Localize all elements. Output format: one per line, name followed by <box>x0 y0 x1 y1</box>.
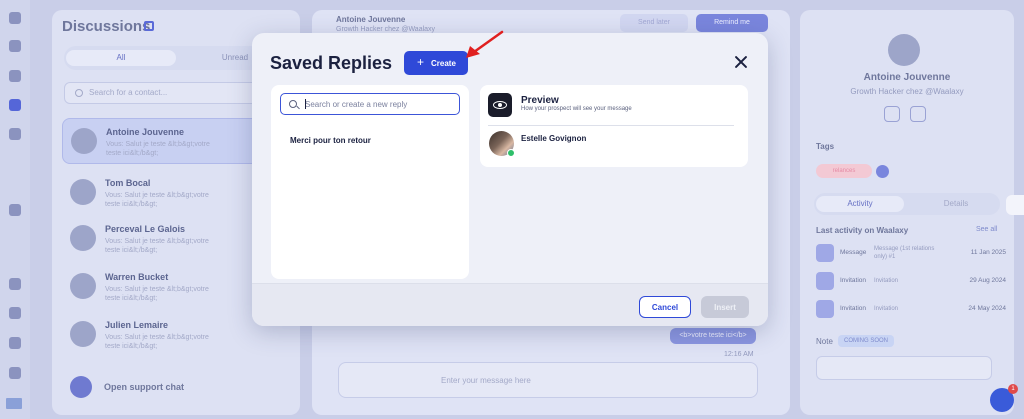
saved-reply-item[interactable]: Merci pour ton retour <box>290 136 371 145</box>
insert-button[interactable]: Insert <box>701 296 749 318</box>
profile-tabs: Activity Details <box>814 193 1000 215</box>
replies-list-panel: Merci pour ton retour <box>271 85 469 279</box>
send-later-button[interactable]: Send later <box>620 14 688 32</box>
saved-replies-modal: Saved Replies + Create Merci pour ton re… <box>252 33 768 326</box>
crown-icon[interactable] <box>9 278 21 290</box>
inbox-icon[interactable] <box>9 99 21 111</box>
preview-subtitle: How your prospect will see your message <box>521 106 632 112</box>
close-icon[interactable] <box>733 54 749 70</box>
app-icon-rail <box>0 0 30 419</box>
preview-title: Preview <box>521 95 559 106</box>
waalaxy-icon[interactable] <box>910 106 926 122</box>
activity-type: Invitation <box>840 277 867 284</box>
add-tag-icon[interactable] <box>876 165 889 178</box>
conversation-name: Antoine Jouvenne <box>106 127 185 137</box>
tab-activity[interactable]: Activity <box>816 196 904 212</box>
discussions-title: Discussions <box>62 18 151 35</box>
create-label: Create <box>431 59 456 68</box>
annotation-arrow-icon <box>466 30 504 58</box>
notes-label: Note <box>816 337 833 346</box>
support-label: Open support chat <box>104 382 185 392</box>
message-composer[interactable]: Enter your message here <box>338 362 758 398</box>
message-bubble: <b>votre teste ici</b> <box>670 328 756 344</box>
message-icon <box>816 244 834 262</box>
tag-badge[interactable]: relances <box>816 164 872 178</box>
activity-row: Invitation Invitation 29 Aug 2024 <box>816 272 1006 294</box>
plus-icon: + <box>417 55 425 69</box>
support-chat-button[interactable]: Open support chat <box>64 370 292 404</box>
help-chat-button[interactable]: 1 <box>990 384 1018 412</box>
prospect-avatar <box>489 131 515 157</box>
invitation-icon <box>816 272 834 290</box>
last-activity-label: Last activity on Waalaxy <box>816 226 909 235</box>
profile-name: Antoine Jouvenne <box>863 72 951 83</box>
tab-all[interactable]: All <box>66 50 176 66</box>
avatar <box>70 321 96 347</box>
activity-date: 24 May 2024 <box>968 305 1006 312</box>
activity-desc: Invitation <box>874 306 899 312</box>
composer-placeholder: Enter your message here <box>441 376 531 385</box>
help-icon[interactable] <box>9 367 21 379</box>
invitation-icon <box>816 300 834 318</box>
create-button[interactable]: + Create <box>404 51 468 75</box>
activity-row: Message Message (1st relations only) #1 … <box>816 244 1006 266</box>
gear-icon[interactable] <box>9 307 21 319</box>
note-input[interactable] <box>816 356 992 380</box>
linkedin-icon[interactable] <box>884 106 900 122</box>
tags-label: Tags <box>816 142 835 151</box>
activity-date: 29 Aug 2024 <box>969 277 1006 284</box>
activity-desc: Message (1st relations only) #1 <box>874 246 935 260</box>
edit-icon[interactable] <box>144 21 154 31</box>
cancel-button[interactable]: Cancel <box>639 296 691 318</box>
conversation-preview: Vous: Salut je teste &lt;b&gt;votre test… <box>105 238 209 254</box>
text-cursor <box>305 99 306 109</box>
activity-row: Invitation Invitation 24 May 2024 <box>816 300 1006 322</box>
see-all-link[interactable]: See all <box>976 226 997 233</box>
search-icon <box>289 100 297 108</box>
conversation-name: Perceval Le Galois <box>105 224 186 234</box>
language-flag-icon[interactable] <box>6 398 22 409</box>
modal-footer: Cancel Insert <box>252 283 768 326</box>
profile-title: Growth Hacker chez @Waalaxy <box>850 87 964 96</box>
activity-type: Message <box>840 249 867 256</box>
conversation-preview: Vous: Salut je teste &lt;b&gt;votre test… <box>105 286 209 302</box>
divider <box>488 125 734 126</box>
eye-icon <box>488 93 512 117</box>
chat-contact-title: Growth Hacker chez @Waalaxy <box>336 26 436 33</box>
conversation-name: Julien Lemaire <box>105 320 169 330</box>
coming-soon-badge: COMING SOON <box>838 335 894 347</box>
avatar <box>71 128 97 154</box>
home-icon[interactable] <box>9 12 21 24</box>
avatar <box>888 34 920 66</box>
chat-contact-name: Antoine Jouvenne <box>336 15 406 24</box>
avatar <box>70 225 96 251</box>
contacts-icon[interactable] <box>9 40 21 52</box>
conversation-preview: Vous: Salut je teste &lt;b&gt;votre test… <box>105 334 209 350</box>
activity-desc: Invitation <box>874 278 899 284</box>
conversation-name: Tom Bocal <box>105 178 151 188</box>
extension-tab-icon[interactable] <box>1006 195 1024 215</box>
bell-icon[interactable] <box>9 337 21 349</box>
settings-icon[interactable] <box>9 204 21 216</box>
campaign-icon[interactable] <box>9 70 21 82</box>
archive-icon[interactable] <box>9 128 21 140</box>
modal-title: Saved Replies <box>270 53 393 73</box>
notification-badge: 1 <box>1008 384 1018 394</box>
chat-icon <box>70 376 92 398</box>
conversation-name: Warren Bucket <box>105 272 169 282</box>
avatar <box>70 273 96 299</box>
preview-panel: Preview How your prospect will see your … <box>480 85 748 167</box>
reply-search-input[interactable] <box>280 93 460 115</box>
tab-details[interactable]: Details <box>914 196 998 212</box>
conversation-preview: Vous: Salut je teste &lt;b&gt;votre test… <box>106 141 210 157</box>
prospect-name: Estelle Govignon <box>521 134 587 143</box>
message-time: 12:16 AM <box>724 351 754 358</box>
activity-date: 11 Jan 2025 <box>970 249 1006 256</box>
conversation-preview: Vous: Salut je teste &lt;b&gt;votre test… <box>105 192 209 208</box>
activity-type: Invitation <box>840 305 867 312</box>
avatar <box>70 179 96 205</box>
profile-panel: Antoine Jouvenne Growth Hacker chez @Waa… <box>800 10 1014 415</box>
remind-me-button[interactable]: Remind me <box>696 14 768 32</box>
